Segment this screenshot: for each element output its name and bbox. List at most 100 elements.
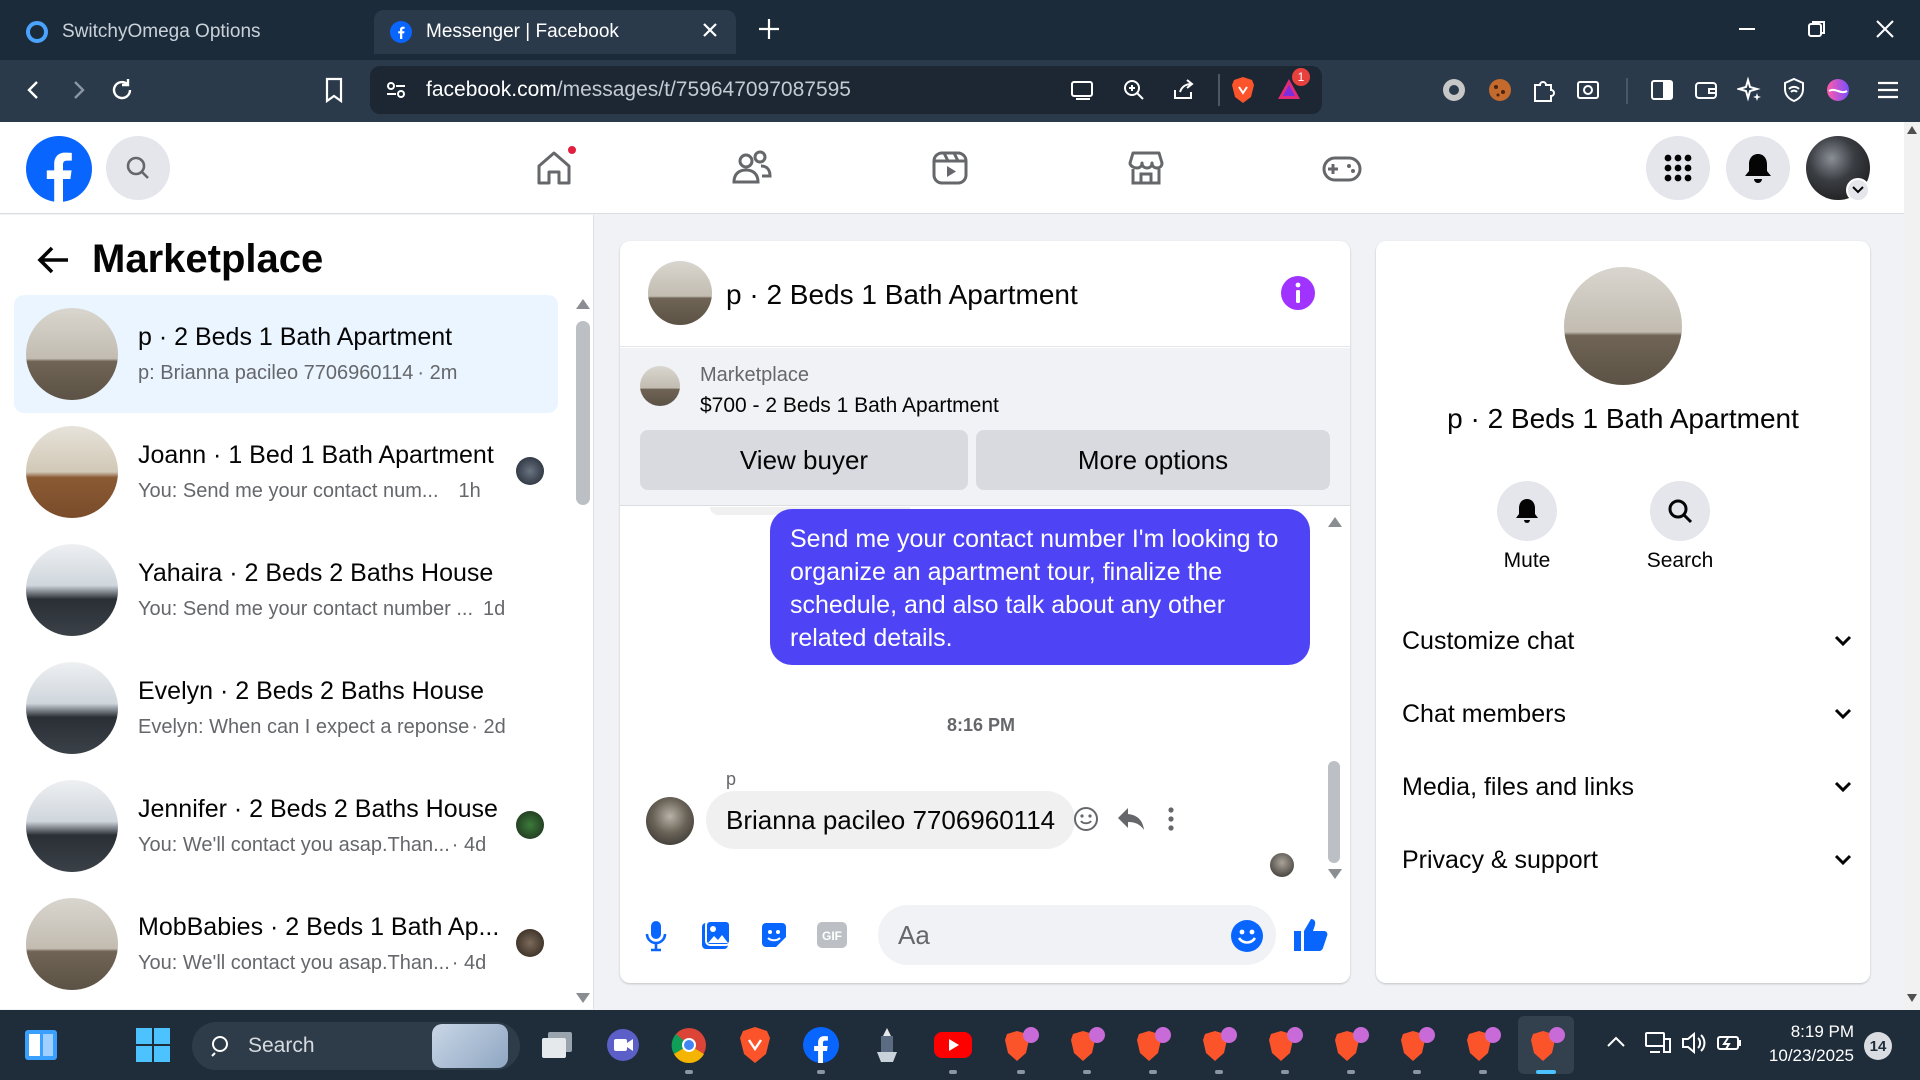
tab-switchyomega[interactable]: SwitchyOmega Options	[10, 10, 370, 54]
conversation-item[interactable]: Joann · 1 Bed 1 Bath Apartment You: Send…	[14, 413, 558, 531]
reply-icon[interactable]	[1116, 805, 1146, 833]
chrome-icon[interactable]	[668, 1024, 710, 1066]
brave-profile-3-icon[interactable]	[1132, 1024, 1174, 1066]
brave-taskbar-icon[interactable]	[734, 1024, 776, 1066]
menu-icon[interactable]	[1872, 74, 1904, 106]
bookmark-icon[interactable]	[318, 74, 350, 106]
nav-home[interactable]	[530, 144, 578, 192]
brave-profile-1-icon[interactable]	[1000, 1024, 1042, 1066]
section-customize-chat[interactable]: Customize chat	[1402, 611, 1852, 671]
like-thumb-icon[interactable]	[1292, 915, 1330, 953]
taskbar-search-box[interactable]: Search	[192, 1022, 520, 1070]
menu-grid-button[interactable]	[1646, 136, 1710, 200]
brave-profile-8-icon[interactable]	[1462, 1024, 1504, 1066]
notification-count-badge[interactable]: 14	[1864, 1032, 1892, 1060]
profile-gradient-icon[interactable]	[1822, 74, 1854, 106]
incoming-message-bubble[interactable]: Brianna pacileo 7706960114	[706, 791, 1076, 849]
nav-video[interactable]	[926, 144, 974, 192]
extension-circle-icon[interactable]	[1438, 74, 1470, 106]
section-media-files-links[interactable]: Media, files and links	[1402, 757, 1852, 817]
vpn-icon[interactable]	[1778, 74, 1810, 106]
restore-icon[interactable]	[1806, 18, 1828, 40]
brave-profile-2-icon[interactable]	[1066, 1024, 1108, 1066]
leo-ai-icon[interactable]	[1734, 74, 1766, 106]
more-options-button[interactable]: More options	[976, 430, 1330, 490]
screenshot-extension-icon[interactable]	[1572, 74, 1604, 106]
account-chevron-icon[interactable]	[1846, 178, 1870, 202]
chat-avatar[interactable]	[648, 261, 712, 325]
microphone-icon[interactable]	[644, 919, 668, 953]
photo-attach-icon[interactable]	[700, 919, 732, 951]
start-windows-icon[interactable]	[132, 1024, 174, 1066]
react-emoji-icon[interactable]	[1072, 805, 1100, 833]
back-icon[interactable]	[18, 74, 50, 106]
minimize-icon[interactable]	[1736, 18, 1758, 40]
facebook-taskbar-icon[interactable]	[800, 1024, 842, 1066]
cast-icon[interactable]	[1070, 78, 1096, 102]
search-in-conversation-button[interactable]	[1650, 481, 1710, 541]
tray-overflow-icon[interactable]	[1606, 1034, 1626, 1048]
network-icon[interactable]	[1644, 1030, 1672, 1056]
new-tab-icon[interactable]	[756, 16, 782, 42]
sticker-icon[interactable]	[758, 919, 790, 951]
conversation-item[interactable]: Evelyn · 2 Beds 2 Baths House Evelyn: Wh…	[14, 649, 558, 767]
thread-scroll-down-icon[interactable]	[1328, 869, 1342, 879]
widgets-icon[interactable]	[20, 1024, 62, 1066]
battery-icon[interactable]	[1716, 1030, 1744, 1056]
nav-marketplace[interactable]	[1122, 144, 1170, 192]
youtube-icon[interactable]	[932, 1024, 974, 1066]
volume-icon[interactable]	[1680, 1030, 1708, 1056]
brave-shields-icon[interactable]	[1230, 76, 1256, 104]
info-avatar[interactable]	[1564, 267, 1682, 385]
emoji-picker-icon[interactable]	[1230, 919, 1264, 953]
outgoing-message-bubble[interactable]: Send me your contact number I'm looking …	[770, 509, 1310, 665]
cookie-extension-icon[interactable]	[1484, 74, 1516, 106]
nav-friends[interactable]	[728, 144, 776, 192]
more-actions-icon[interactable]	[1166, 805, 1176, 833]
list-scrollbar-thumb[interactable]	[576, 321, 590, 505]
list-scroll-down-icon[interactable]	[576, 993, 590, 1003]
conversation-item[interactable]: Yahaira · 2 Beds 2 Baths House You: Send…	[14, 531, 558, 649]
reload-icon[interactable]	[106, 74, 138, 106]
search-button[interactable]	[106, 136, 170, 200]
thread-scrollbar-thumb[interactable]	[1328, 761, 1340, 863]
site-settings-icon[interactable]	[384, 78, 408, 102]
chat-title[interactable]: p · 2 Beds 1 Bath Apartment	[726, 279, 1078, 311]
mute-button[interactable]	[1497, 481, 1557, 541]
brave-profile-4-icon[interactable]	[1198, 1024, 1240, 1066]
tab-messenger[interactable]: Messenger | Facebook	[374, 10, 736, 54]
brave-active-icon[interactable]	[1526, 1024, 1568, 1066]
task-view-icon[interactable]	[536, 1024, 578, 1066]
zoom-icon[interactable]	[1122, 78, 1146, 102]
page-scrollbar[interactable]	[1904, 122, 1920, 1010]
conversation-item[interactable]: MobBabies · 2 Beds 1 Bath Ap... You: We'…	[14, 885, 558, 1003]
brave-profile-5-icon[interactable]	[1264, 1024, 1306, 1066]
notifications-button[interactable]	[1726, 136, 1790, 200]
sender-avatar[interactable]	[646, 797, 694, 845]
system-clock[interactable]: 8:19 PM 10/23/2025	[1758, 1020, 1854, 1068]
conversation-item[interactable]: p · 2 Beds 1 Bath Apartment p: Brianna p…	[14, 295, 558, 413]
game-app-icon[interactable]	[866, 1024, 908, 1066]
back-arrow-icon[interactable]	[36, 245, 70, 275]
view-buyer-button[interactable]: View buyer	[640, 430, 968, 490]
address-bar[interactable]: facebook.com/messages/t/759647097087595 …	[370, 66, 1322, 114]
message-input[interactable]: Aa	[878, 905, 1276, 965]
conversation-item[interactable]: Jennifer · 2 Beds 2 Baths House You: We'…	[14, 767, 558, 885]
close-window-icon[interactable]	[1874, 18, 1896, 40]
brave-profile-6-icon[interactable]	[1330, 1024, 1372, 1066]
teams-meet-icon[interactable]	[602, 1024, 644, 1066]
share-icon[interactable]	[1172, 78, 1196, 102]
wallet-icon[interactable]	[1690, 74, 1722, 106]
brave-profile-7-icon[interactable]	[1396, 1024, 1438, 1066]
section-chat-members[interactable]: Chat members	[1402, 684, 1852, 744]
sidebar-icon[interactable]	[1646, 74, 1678, 106]
gif-icon[interactable]: GIF	[816, 921, 848, 949]
forward-icon[interactable]	[62, 74, 94, 106]
list-scroll-up-icon[interactable]	[576, 299, 590, 309]
info-icon[interactable]	[1280, 275, 1316, 311]
tab-close-icon[interactable]	[700, 20, 720, 40]
nav-gaming[interactable]	[1318, 144, 1366, 192]
listing-title[interactable]: $700 - 2 Beds 1 Bath Apartment	[700, 394, 999, 418]
section-privacy-support[interactable]: Privacy & support	[1402, 830, 1852, 890]
thread-scroll-up-icon[interactable]	[1328, 517, 1342, 527]
